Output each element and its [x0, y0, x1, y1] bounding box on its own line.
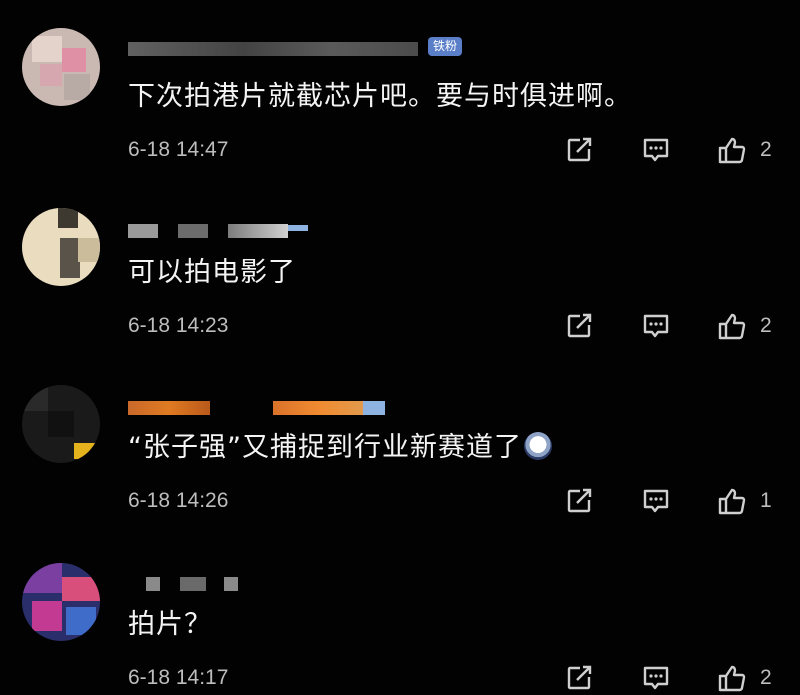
comment-icon [643, 138, 669, 162]
emoji-icon [523, 432, 552, 460]
share-button[interactable] [564, 486, 594, 516]
share-icon [567, 137, 592, 162]
username-blurred[interactable] [128, 401, 398, 419]
comment-item: “张子强”又捕捉到行业新赛道了 6-18 14:26 1 [0, 355, 800, 535]
comment-item: 可以拍电影了 6-18 14:23 2 [0, 180, 800, 355]
comment-text: 下次拍港片就截芯片吧。要与时俱进啊。 [128, 81, 632, 112]
comment-item: 拍片？ 6-18 14:17 2 [0, 535, 800, 695]
reply-button[interactable] [641, 311, 671, 341]
comment-list: 铁粉 下次拍港片就截芯片吧。要与时俱进啊。 6-18 14:47 2 可以拍电影… [0, 0, 800, 695]
thumbs-up-icon [718, 665, 746, 692]
username-blurred[interactable] [128, 42, 428, 60]
share-icon [567, 313, 592, 338]
comment-icon [643, 489, 669, 513]
comment-item: 铁粉 下次拍港片就截芯片吧。要与时俱进啊。 6-18 14:47 2 [0, 0, 800, 180]
share-icon [567, 488, 592, 513]
avatar[interactable] [22, 385, 100, 463]
comment-text: 拍片？ [128, 609, 212, 640]
comment-icon [643, 666, 669, 690]
comment-time: 6-18 14:17 [128, 666, 229, 689]
fan-badge: 铁粉 [428, 37, 463, 56]
avatar[interactable] [22, 28, 100, 106]
like-count: 2 [760, 314, 772, 337]
comment-text: “张子强”又捕捉到行业新赛道了 [128, 431, 552, 465]
share-icon [567, 665, 592, 690]
reply-button[interactable] [641, 486, 671, 516]
share-button[interactable] [564, 311, 594, 341]
comment-icon [643, 314, 669, 338]
avatar[interactable] [22, 208, 100, 286]
like-button[interactable] [717, 486, 747, 516]
thumbs-up-icon [718, 313, 746, 340]
comment-time: 6-18 14:26 [128, 489, 229, 512]
avatar[interactable] [22, 563, 100, 641]
like-button[interactable] [717, 135, 747, 165]
reply-button[interactable] [641, 663, 671, 693]
like-count: 2 [760, 138, 772, 161]
like-count: 2 [760, 666, 772, 689]
username-blurred[interactable] [128, 224, 308, 242]
share-button[interactable] [564, 663, 594, 693]
like-button[interactable] [717, 663, 747, 693]
comment-text-body: “张子强”又捕捉到行业新赛道了 [128, 432, 522, 463]
comment-time: 6-18 14:47 [128, 138, 229, 161]
username-blurred[interactable] [128, 577, 248, 595]
thumbs-up-icon [718, 137, 746, 164]
comment-time: 6-18 14:23 [128, 314, 229, 337]
like-button[interactable] [717, 311, 747, 341]
share-button[interactable] [564, 135, 594, 165]
comment-text: 可以拍电影了 [128, 257, 296, 288]
thumbs-up-icon [718, 488, 746, 515]
reply-button[interactable] [641, 135, 671, 165]
like-count: 1 [760, 489, 772, 512]
